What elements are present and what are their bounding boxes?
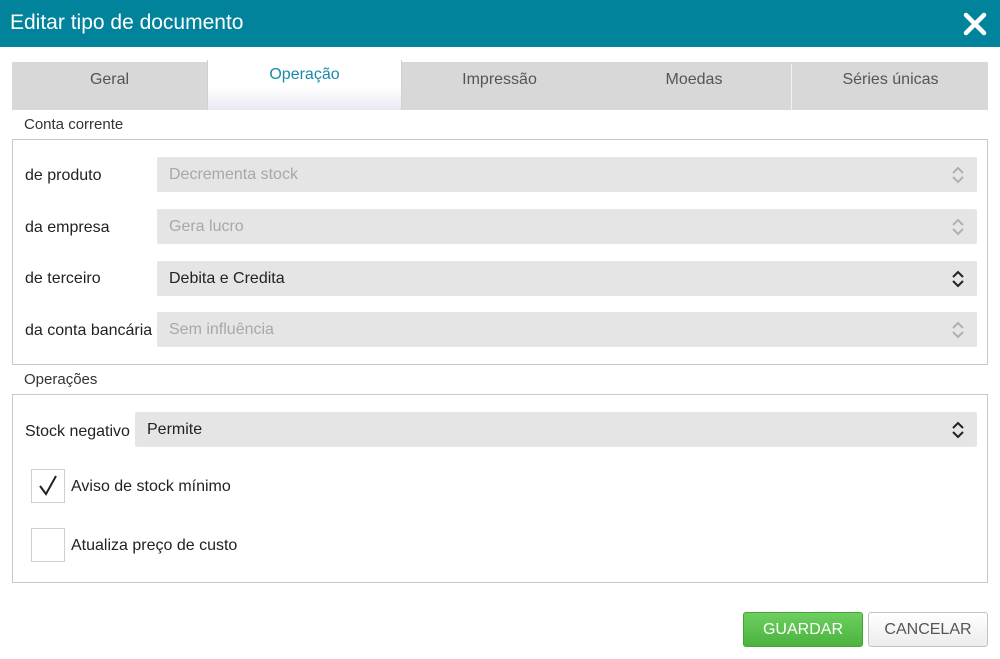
tab-geral[interactable]: Geral [12,64,207,110]
select-de-terceiro[interactable]: Debita e Credita [157,261,977,296]
select-da-empresa[interactable]: Gera lucro [157,209,977,244]
checkbox-atualiza-preco-custo[interactable] [31,528,65,562]
field-label-da-empresa: da empresa [25,219,110,236]
tab-series-unicas[interactable]: Séries únicas [793,64,988,110]
tab-label: Impressão [462,71,537,88]
tab-label: Operação [269,66,340,83]
tab-label: Séries únicas [842,71,939,88]
checkbox-label-atualiza-preco-custo: Atualiza preço de custo [71,537,238,554]
chevron-up-down-icon [951,269,965,289]
field-label-de-terceiro: de terceiro [25,270,101,287]
checkbox-aviso-stock-minimo[interactable] [31,469,65,503]
tab-impressao[interactable]: Impressão [402,64,597,110]
tab-bar: Geral Operação Impressão Moedas Séries ú… [12,60,988,110]
dialog-title: Editar tipo de documento [10,11,244,34]
close-icon[interactable] [961,10,989,38]
tab-label: Moedas [665,71,723,88]
checkmark-icon [32,475,64,506]
field-label-de-produto: de produto [25,167,102,184]
select-de-produto[interactable]: Decrementa stock [157,157,977,192]
select-value: Decrementa stock [169,166,298,183]
tab-label: Geral [89,71,130,88]
select-stock-negativo[interactable]: Permite [135,412,977,447]
dialog-titlebar: Editar tipo de documento [0,0,1000,47]
save-button[interactable]: GUARDAR [743,612,863,647]
conta-corrente-fieldset: de produto Decrementa stock da empresa G… [12,139,988,365]
tab-operacao[interactable]: Operação [207,60,402,110]
tab-moedas[interactable]: Moedas [597,64,792,110]
checkbox-label-aviso-stock-minimo: Aviso de stock mínimo [71,478,231,495]
select-value: Debita e Credita [169,270,285,287]
field-label-stock-negativo: Stock negativo [25,423,130,440]
chevron-up-down-icon [951,320,965,340]
chevron-up-down-icon [951,165,965,185]
operacoes-fieldset: Stock negativo Permite Aviso de stock mí… [12,394,988,583]
chevron-up-down-icon [951,420,965,440]
chevron-up-down-icon [951,217,965,237]
cancel-button[interactable]: CANCELAR [868,612,988,647]
section-conta-corrente-label: Conta corrente [24,116,124,133]
select-value: Gera lucro [169,218,244,235]
section-operacoes-label: Operações [24,371,98,388]
field-label-da-conta-bancaria: da conta bancária [25,322,153,339]
select-value: Sem influência [169,321,274,338]
select-da-conta-bancaria[interactable]: Sem influência [157,312,977,347]
select-value: Permite [147,421,203,438]
